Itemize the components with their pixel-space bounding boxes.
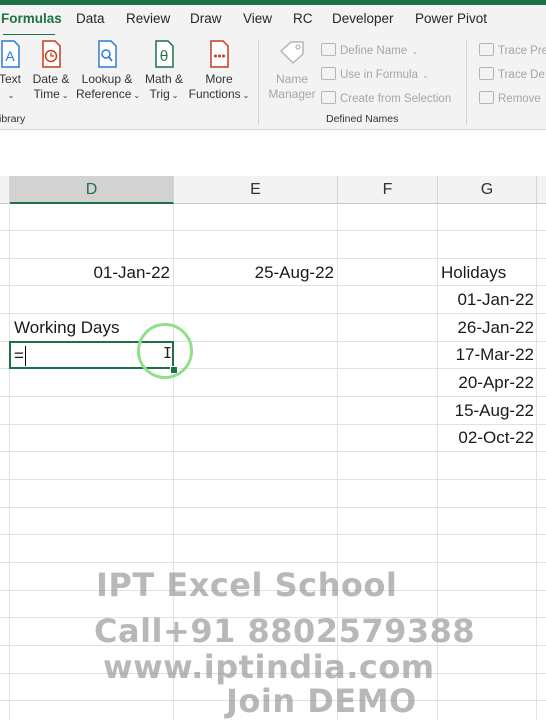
cell-working-days-label[interactable]: Working Days [14, 318, 120, 338]
lookup-reference-button[interactable]: Lookup & Reference ⌄ [76, 39, 141, 103]
chevron-down-icon: ⌄ [409, 47, 419, 56]
text-icon: A [1, 40, 20, 68]
clock-icon [42, 40, 61, 68]
grid-line [0, 396, 546, 397]
remove-arrows-button[interactable]: Remove [479, 91, 541, 105]
active-cell-value: = [14, 346, 24, 365]
group-separator [258, 39, 259, 125]
grid-line [536, 204, 537, 720]
more-functions-button[interactable]: More Functions ⌄ [187, 39, 251, 103]
watermark-line: IPT Excel School [96, 566, 398, 604]
cell-holiday[interactable]: 15-Aug-22 [438, 401, 534, 421]
trace-precedents-button[interactable]: Trace Pre [479, 43, 546, 57]
grid-line [0, 534, 546, 535]
formula-bar-gap [0, 166, 546, 176]
grid-line [0, 451, 546, 452]
cell-e-end-date[interactable]: 25-Aug-22 [174, 263, 334, 283]
formula-bar[interactable] [0, 130, 546, 167]
define-name-button[interactable]: Define Name ⌄ [321, 43, 418, 57]
svg-text:θ: θ [160, 49, 169, 65]
grid-line [0, 507, 546, 508]
tab-power-pivot[interactable]: Power Pivot [415, 11, 487, 26]
math-trig-button[interactable]: θ Math & Trig ⌄ [141, 39, 187, 103]
tab-developer[interactable]: Developer [332, 11, 394, 26]
remove-arrows-icon [479, 91, 494, 104]
grid-line [0, 313, 546, 314]
tag-icon [279, 41, 304, 65]
grid-line [0, 562, 546, 563]
text-functions-button[interactable]: A Text ⌄ [0, 39, 24, 103]
function-library-label: ibrary [0, 113, 26, 125]
cell-holiday[interactable]: 01-Jan-22 [438, 290, 534, 310]
tab-data[interactable]: Data [76, 11, 105, 26]
column-header-d[interactable]: D [10, 176, 174, 204]
grid-line [0, 479, 546, 480]
ibeam-cursor-icon: I [163, 344, 173, 362]
tab-rc[interactable]: RC [293, 11, 313, 26]
column-header-partial[interactable] [537, 176, 546, 204]
cell-d-start-date[interactable]: 01-Jan-22 [10, 263, 170, 283]
watermark-line: www.iptindia.com [103, 648, 435, 686]
chevron-down-icon: ⌄ [171, 91, 179, 100]
ribbon: A Text ⌄ Date & Time ⌄ Lookup & Reference… [0, 35, 546, 130]
more-functions-icon [210, 40, 229, 68]
cell-g-holidays-header[interactable]: Holidays [441, 263, 506, 283]
svg-text:A: A [5, 48, 15, 64]
trace-precedents-icon [479, 43, 494, 56]
create-from-selection-button[interactable]: Create from Selection [321, 91, 451, 105]
use-in-formula-button[interactable]: Use in Formula ⌄ [321, 67, 429, 81]
theta-icon: θ [155, 40, 174, 68]
column-header-partial[interactable] [0, 176, 10, 204]
chevron-down-icon: ⌄ [61, 91, 69, 100]
tab-review[interactable]: Review [126, 11, 170, 26]
column-header-g[interactable]: G [438, 176, 537, 204]
tab-view[interactable]: View [243, 11, 272, 26]
grid-line [0, 285, 546, 286]
cell-holiday[interactable]: 26-Jan-22 [438, 318, 534, 338]
search-book-icon [98, 40, 117, 68]
watermark-line: Call+91 8802579388 [94, 612, 476, 650]
watermark-line: Join DEMO [226, 682, 417, 720]
chevron-down-icon: ⌄ [7, 91, 15, 100]
column-header-f[interactable]: F [338, 176, 438, 204]
tag-small-icon [321, 43, 336, 56]
trace-dependents-icon [479, 67, 494, 80]
name-manager-button[interactable]: Name Manager [265, 39, 319, 102]
group-separator [466, 39, 467, 125]
cell-holiday[interactable]: 02-Oct-22 [438, 428, 534, 448]
ribbon-tabs: Formulas Data Review Draw View RC Develo… [0, 5, 546, 37]
chevron-down-icon: ⌄ [242, 91, 250, 100]
defined-names-label: Defined Names [326, 113, 399, 125]
grid-line [0, 230, 546, 231]
fx-small-icon [321, 67, 336, 80]
grid-line [0, 258, 546, 259]
date-time-button[interactable]: Date & Time ⌄ [28, 39, 74, 103]
column-header-e[interactable]: E [174, 176, 338, 204]
cell-holiday[interactable]: 17-Mar-22 [438, 345, 534, 365]
tab-formulas[interactable]: Formulas [1, 11, 62, 26]
tab-draw[interactable]: Draw [190, 11, 222, 26]
cell-holiday[interactable]: 20-Apr-22 [438, 373, 534, 393]
grid-small-icon [321, 91, 336, 104]
trace-dependents-button[interactable]: Trace De [479, 67, 545, 81]
chevron-down-icon: ⌄ [133, 91, 141, 100]
text-caret [25, 346, 26, 366]
grid-line [0, 424, 546, 425]
chevron-down-icon: ⌄ [419, 71, 429, 80]
